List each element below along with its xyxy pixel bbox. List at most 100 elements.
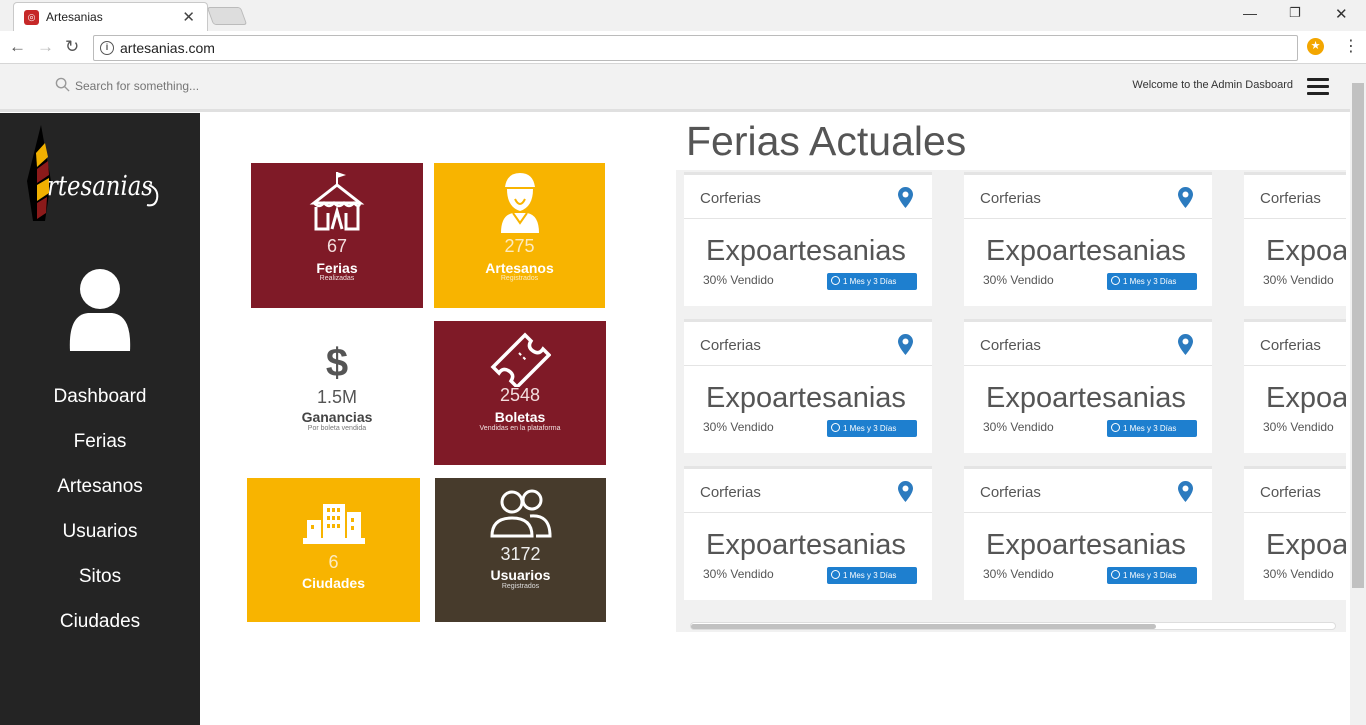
tab-close-icon[interactable]: ✕	[182, 8, 195, 26]
stat-tile-ferias[interactable]: 67 Ferias Realizadas	[251, 163, 423, 308]
users-icon	[489, 489, 552, 538]
feria-time-badge: 1 Mes y 3 Días	[1107, 420, 1197, 437]
search-input[interactable]	[75, 77, 375, 95]
feria-venue: Corferias	[700, 190, 761, 207]
clock-icon	[831, 570, 840, 579]
feria-name: Expoartesanias	[706, 235, 906, 267]
stat-value: 1.5M	[316, 387, 358, 407]
feria-sold: 30% Vendido	[1263, 567, 1334, 581]
vertical-scrollbar-thumb[interactable]	[1352, 83, 1364, 588]
feria-venue: Corferias	[980, 484, 1041, 501]
stat-label: Ganancias	[301, 409, 373, 425]
feria-time-text: 1 Mes y 3 Días	[1123, 571, 1177, 580]
reload-icon[interactable]: ↻	[65, 37, 79, 57]
feria-time-text: 1 Mes y 3 Días	[1123, 424, 1177, 433]
stat-value: 2548	[499, 385, 541, 405]
sidebar-item-usuarios[interactable]: Usuarios	[0, 521, 200, 543]
artesanias-logo: rtesanias	[27, 125, 159, 221]
restore-icon[interactable]: ❐	[1289, 5, 1301, 21]
stat-tile-artesanos[interactable]: 275 Artesanos Registrados	[434, 163, 605, 308]
stat-sublabel: Vendidas en la plataforma	[479, 425, 561, 432]
sidebar-item-ferias[interactable]: Ferias	[0, 431, 200, 453]
horizontal-scrollbar-thumb[interactable]	[691, 624, 1156, 629]
feria-time-badge: 1 Mes y 3 Días	[1107, 567, 1197, 584]
ferias-section-title: Ferias Actuales	[686, 118, 967, 164]
card-divider	[1244, 218, 1346, 219]
feria-time-text: 1 Mes y 3 Días	[1123, 277, 1177, 286]
feria-name: Expoartesanias	[706, 382, 906, 414]
sidebar: rtesanias Dashboard Ferias Artesanos Usu…	[0, 113, 200, 725]
forward-icon[interactable]: →	[37, 37, 54, 57]
search-icon	[55, 77, 70, 92]
stat-tile-usuarios[interactable]: 3172 Usuarios Registrados	[435, 478, 606, 622]
vertical-scrollbar[interactable]	[1350, 64, 1366, 725]
feria-sold: 30% Vendido	[703, 420, 774, 434]
stat-tile-ciudades[interactable]: 6 Ciudades	[247, 478, 420, 622]
feria-name: Expoartesanias	[706, 529, 906, 561]
clock-icon	[831, 276, 840, 285]
user-avatar-icon[interactable]	[68, 269, 132, 351]
feria-sold: 30% Vendido	[703, 273, 774, 287]
feria-card[interactable]: CorferiasExpoartesanias30% Vendido1 Mes …	[684, 466, 932, 600]
stat-value: 275	[504, 236, 535, 256]
card-divider	[964, 218, 1212, 219]
feria-time-text: 1 Mes y 3 Días	[843, 277, 897, 286]
feria-venue: Corferias	[1260, 337, 1321, 354]
feria-venue: Corferias	[700, 484, 761, 501]
location-pin-icon[interactable]	[1177, 333, 1194, 356]
stat-sublabel: Registrados	[500, 275, 539, 282]
feria-name: Expoartesanias	[986, 382, 1186, 414]
feria-card[interactable]: CorferiasExpoartesanias30% Vendido1 Mes …	[1244, 172, 1346, 306]
location-pin-icon[interactable]	[1177, 186, 1194, 209]
sidebar-item-ciudades[interactable]: Ciudades	[0, 611, 200, 633]
new-tab-button[interactable]	[206, 7, 248, 25]
stat-label: Artesanos	[485, 260, 554, 276]
feria-card[interactable]: CorferiasExpoartesanias30% Vendido1 Mes …	[964, 319, 1212, 453]
horizontal-scrollbar[interactable]	[690, 622, 1336, 630]
minimize-icon[interactable]: —	[1243, 5, 1257, 21]
stat-label: Ferias	[316, 260, 358, 276]
location-pin-icon[interactable]	[1177, 480, 1194, 503]
app-header: Welcome to the Admin Dasboard	[0, 64, 1350, 112]
extension-icon[interactable]: ★	[1307, 38, 1324, 55]
feria-sold: 30% Vendido	[983, 567, 1054, 581]
hamburger-menu-icon[interactable]	[1307, 78, 1329, 95]
location-pin-icon[interactable]	[897, 480, 914, 503]
feria-card[interactable]: Corferias Expoartesanias 30% Vendido 1 Mes …	[684, 172, 932, 306]
sidebar-item-dashboard[interactable]: Dashboard	[0, 386, 200, 408]
feria-name: Expoartesanias	[986, 529, 1186, 561]
feria-name: Expoartesanias	[1266, 382, 1346, 414]
city-icon	[302, 504, 365, 544]
stat-tile-ganancias[interactable]: $ 1.5M Ganancias Por boleta vendida	[251, 321, 423, 465]
feria-card[interactable]: CorferiasExpoartesanias30% Vendido1 Mes …	[1244, 466, 1346, 600]
clock-icon	[1111, 423, 1120, 432]
stat-tile-boletas[interactable]: 2548 Boletas Vendidas en la plataforma	[434, 321, 606, 465]
card-divider	[964, 512, 1212, 513]
feria-card[interactable]: Corferias Expoartesanias 30% Vendido 1 Mes …	[964, 466, 1212, 600]
card-divider	[684, 512, 932, 513]
location-pin-icon[interactable]	[897, 186, 914, 209]
sidebar-item-sitos[interactable]: Sitos	[0, 566, 200, 588]
browser-menu-icon[interactable]: ⋮	[1343, 36, 1359, 56]
clock-icon	[1111, 570, 1120, 579]
close-window-icon[interactable]: ✕	[1335, 5, 1348, 23]
ferias-card-grid: Corferias Expoartesanias 30% Vendido 1 Mes …	[676, 170, 1346, 632]
feria-time-text: 1 Mes y 3 Días	[843, 571, 897, 580]
clock-icon	[831, 423, 840, 432]
svg-text:rtesanias: rtesanias	[47, 171, 153, 202]
browser-tab[interactable]: ◎ Artesanias ✕	[13, 2, 208, 31]
feria-time-badge: 1 Mes y 3 Días	[827, 273, 917, 290]
tab-favicon-icon: ◎	[24, 10, 39, 25]
feria-time-badge: 1 Mes y 3 Días	[1107, 273, 1197, 290]
feria-sold: 30% Vendido	[1263, 420, 1334, 434]
feria-card[interactable]: CorferiasExpoartesanias30% Vendido1 Mes …	[964, 172, 1212, 306]
feria-card[interactable]: CorferiasExpoartesanias30% Vendido1 Mes …	[684, 319, 932, 453]
back-icon[interactable]: ←	[9, 37, 26, 57]
site-info-icon[interactable]: i	[100, 41, 114, 55]
location-pin-icon[interactable]	[897, 333, 914, 356]
feria-card[interactable]: CorferiasExpoartesanias30% Vendido1 Mes …	[1244, 319, 1346, 453]
stat-label: Boletas	[494, 409, 546, 425]
sidebar-item-artesanos[interactable]: Artesanos	[0, 476, 200, 498]
feria-sold: 30% Vendido	[983, 273, 1054, 287]
address-bar[interactable]: i artesanias.com	[93, 35, 1298, 61]
